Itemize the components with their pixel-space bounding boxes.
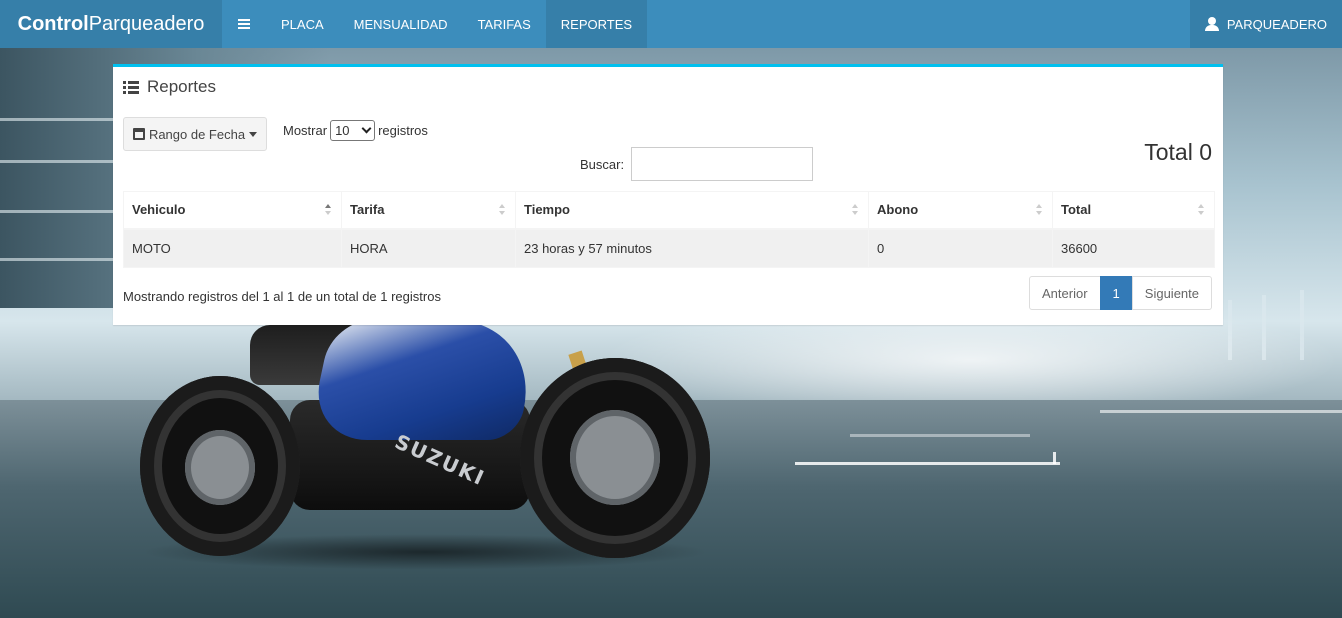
nav-item-placa[interactable]: PLACA: [266, 0, 339, 48]
cell-tiempo: 23 horas y 57 minutos: [515, 228, 869, 268]
length-suffix: registros: [378, 123, 428, 138]
sort-icon: [852, 204, 858, 216]
user-name: PARQUEADERO: [1226, 16, 1327, 32]
pagination: Anterior 1 Siguiente: [1029, 276, 1212, 310]
sort-asc-icon: [325, 204, 331, 216]
caret-down-icon: [249, 131, 258, 137]
page-1-button[interactable]: 1: [1099, 276, 1133, 310]
next-page-button[interactable]: Siguiente: [1131, 276, 1212, 310]
app-logo[interactable]: Control Parqueadero: [0, 0, 222, 48]
user-menu[interactable]: PARQUEADERO: [1189, 0, 1342, 48]
cell-tarifa: HORA: [341, 228, 516, 268]
table-row: MOTO HORA 23 horas y 57 minutos 0 36600: [123, 228, 1215, 268]
search-control: Buscar:: [580, 147, 814, 181]
calendar-icon: [132, 128, 145, 140]
sidebar-toggle-button[interactable]: [222, 0, 266, 48]
chevron-down-icon: [361, 123, 372, 134]
page-length-select[interactable]: 10: [330, 120, 376, 141]
reports-box: Reportes Rango de Fecha Mostrar 10 regis…: [113, 64, 1223, 325]
sort-icon: [499, 204, 505, 216]
page-length-control: Mostrar 10 registros: [283, 120, 428, 141]
nav-item-tarifas[interactable]: TARIFAS: [463, 0, 546, 48]
nav-item-reportes[interactable]: REPORTES: [545, 0, 648, 48]
user-icon: [1204, 17, 1219, 31]
nav-item-mensualidad[interactable]: MENSUALIDAD: [339, 0, 463, 48]
sort-icon: [1036, 204, 1042, 216]
length-prefix: Mostrar: [283, 123, 328, 138]
reports-table: Vehiculo Tarifa Tiempo Abono Total MOTO …: [123, 191, 1215, 268]
date-range-label: Rango de Fecha: [148, 126, 246, 142]
total-amount: Total 0: [1144, 139, 1212, 165]
sort-icon: [1198, 204, 1204, 216]
search-input[interactable]: [631, 147, 814, 181]
column-header-total[interactable]: Total: [1052, 191, 1215, 230]
search-label: Buscar:: [580, 156, 625, 172]
column-header-tiempo[interactable]: Tiempo: [515, 191, 869, 230]
motorcycle-image: SUZUKI: [130, 320, 720, 570]
cell-total: 36600: [1052, 228, 1215, 268]
cell-abono: 0: [868, 228, 1053, 268]
list-icon: [123, 80, 139, 94]
column-header-vehiculo[interactable]: Vehiculo: [123, 191, 342, 230]
top-navbar: Control Parqueadero PLACA MENSUALIDAD TAR…: [0, 0, 1342, 48]
column-header-tarifa[interactable]: Tarifa: [341, 191, 516, 230]
box-header: Reportes: [113, 67, 1223, 107]
previous-page-button[interactable]: Anterior: [1029, 276, 1101, 310]
table-info: Mostrando registros del 1 al 1 de un tot…: [123, 289, 441, 304]
date-range-button[interactable]: Rango de Fecha: [123, 117, 267, 151]
bars-icon: [238, 19, 250, 29]
box-title: Reportes: [147, 77, 216, 96]
column-header-abono[interactable]: Abono: [868, 191, 1053, 230]
cell-vehiculo: MOTO: [123, 228, 342, 268]
